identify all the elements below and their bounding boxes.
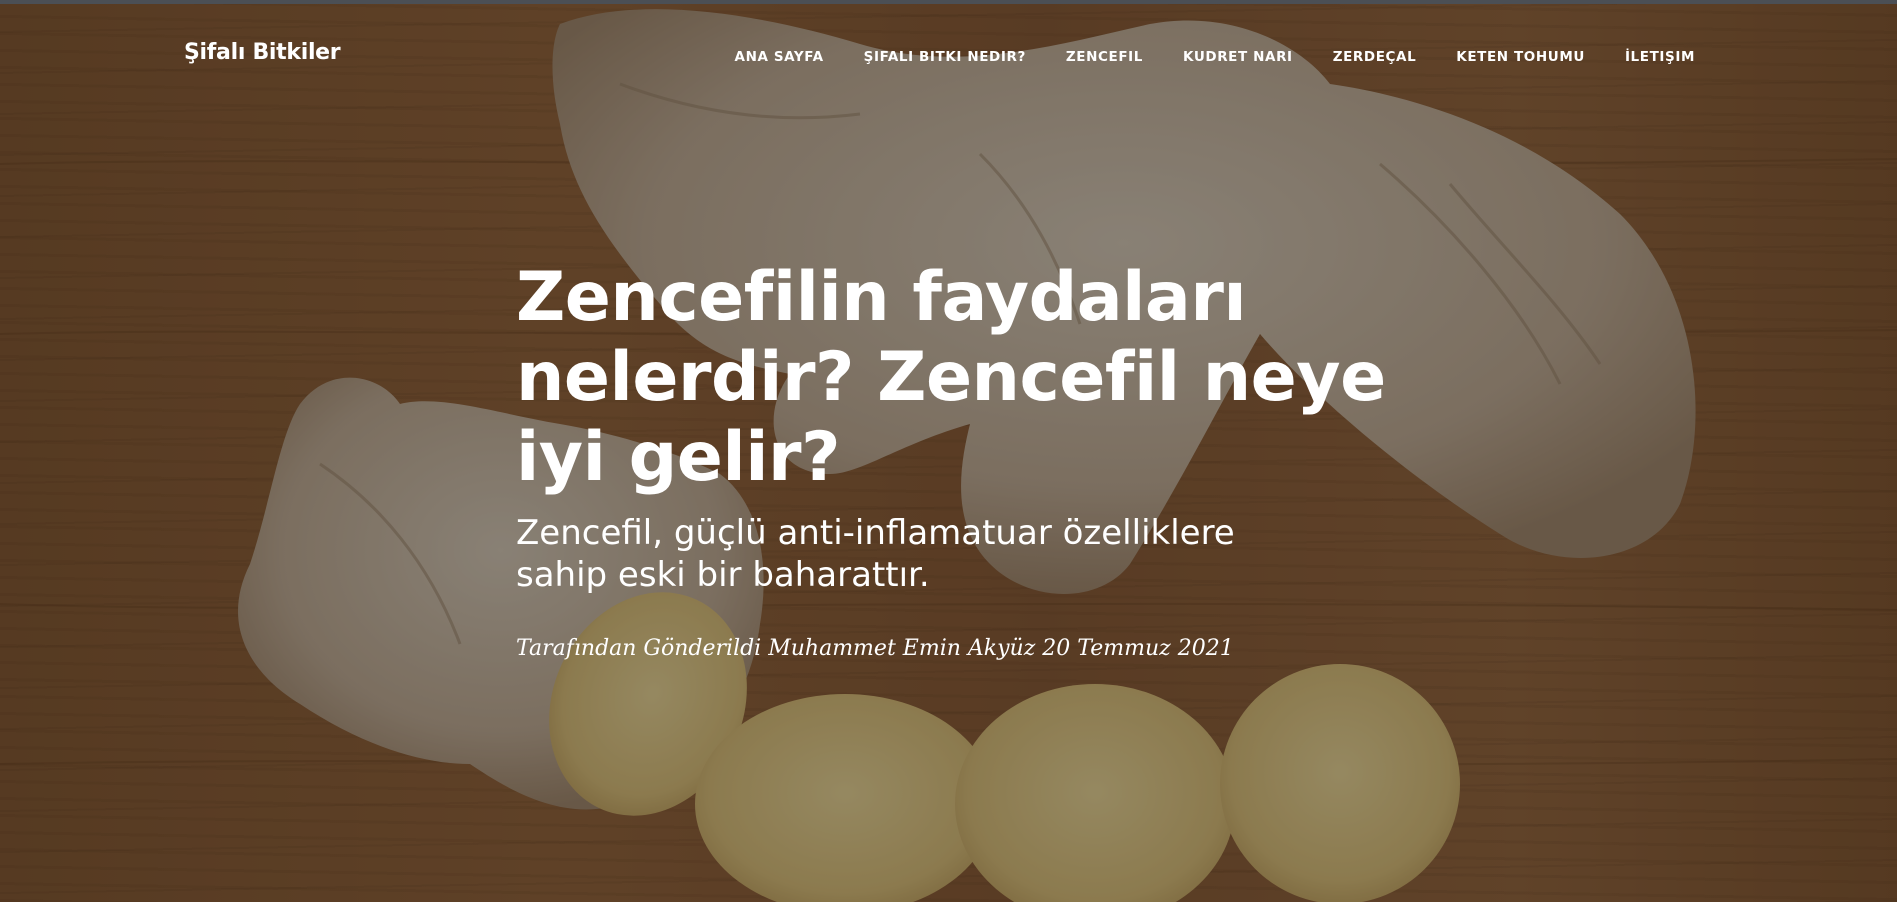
nav-item-zencefil: ZENCEFIL bbox=[1066, 46, 1143, 65]
nav-link-zencefil[interactable]: ZENCEFIL bbox=[1066, 49, 1143, 65]
post-heading: Zencefilin faydaları nelerdir? Zencefil … bbox=[516, 258, 1396, 661]
post-title: Zencefilin faydaları nelerdir? Zencefil … bbox=[516, 258, 1386, 497]
post-subtitle: Zencefil, güçlü anti-inflamatuar özellik… bbox=[516, 513, 1235, 595]
nav-item-ana-sayfa: ANA SAYFA bbox=[735, 46, 824, 65]
nav-item-keten-tohumu: KETEN TOHUMU bbox=[1456, 46, 1585, 65]
nav-link-zerdecal[interactable]: ZERDEÇAL bbox=[1333, 49, 1417, 65]
nav-link-iletisim[interactable]: İLETIŞIM bbox=[1625, 49, 1695, 65]
nav-item-sifali-bitki-nedir: ŞIFALI BITKI NEDIR? bbox=[864, 46, 1026, 65]
nav-link-kudret-nari[interactable]: KUDRET NARI bbox=[1183, 49, 1293, 65]
hero-header: Şifalı Bitkiler ANA SAYFA ŞIFALI BITKI N… bbox=[0, 0, 1897, 902]
post-meta: Tarafından Gönderildi Muhammet Emin Akyü… bbox=[516, 636, 1234, 661]
navbar-brand[interactable]: Şifalı Bitkiler bbox=[184, 40, 341, 65]
nav-link-ana-sayfa[interactable]: ANA SAYFA bbox=[735, 49, 824, 65]
nav-item-zerdecal: ZERDEÇAL bbox=[1333, 46, 1417, 65]
nav-link-keten-tohumu[interactable]: KETEN TOHUMU bbox=[1456, 49, 1585, 65]
nav-link-sifali-bitki-nedir[interactable]: ŞIFALI BITKI NEDIR? bbox=[864, 49, 1026, 65]
nav-item-iletisim: İLETIŞIM bbox=[1625, 46, 1695, 65]
nav-item-kudret-nari: KUDRET NARI bbox=[1183, 46, 1293, 65]
main-nav: ANA SAYFA ŞIFALI BITKI NEDIR? ZENCEFIL K… bbox=[735, 46, 1695, 65]
